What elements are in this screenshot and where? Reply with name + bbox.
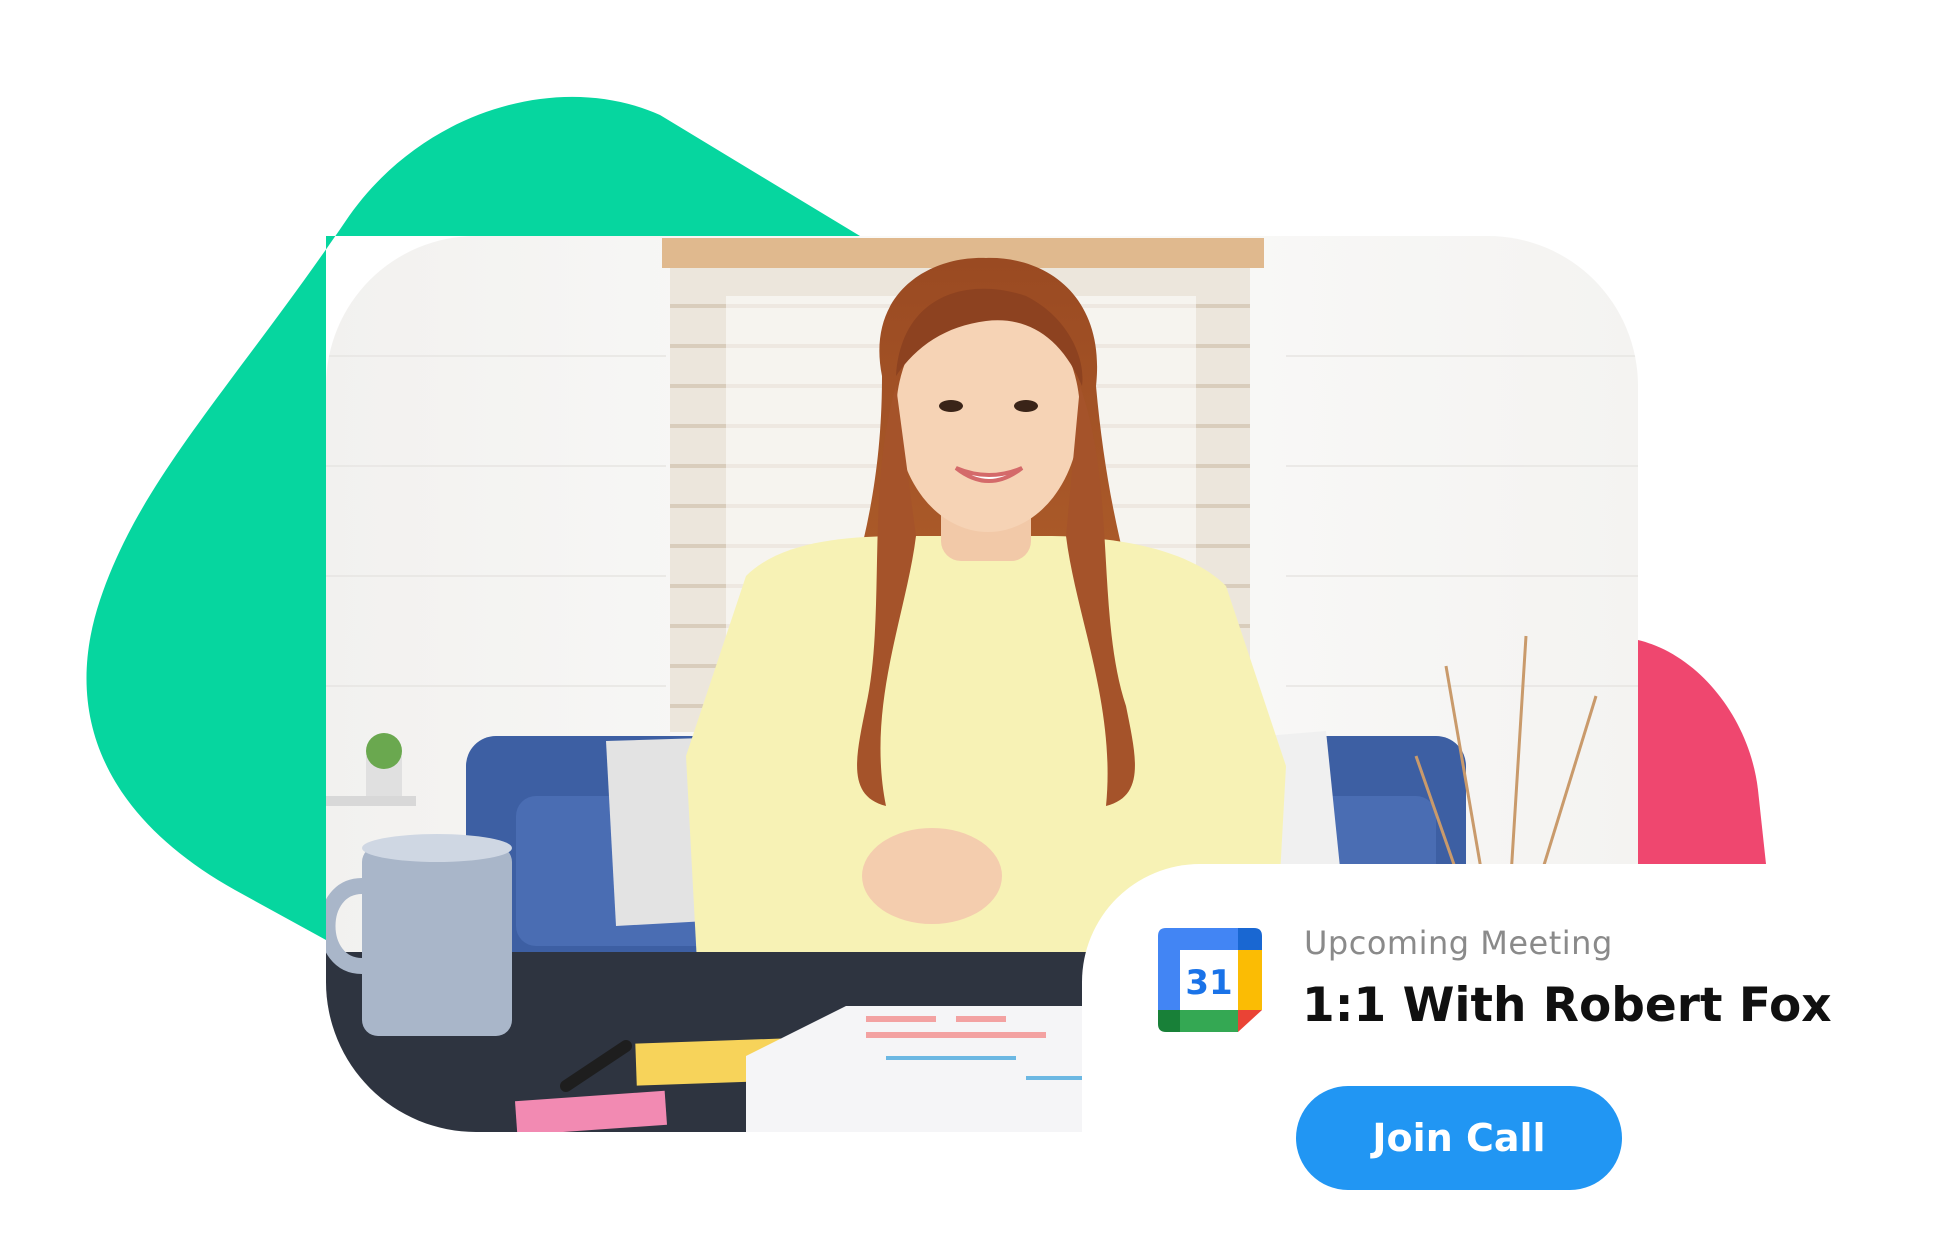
meeting-label: Upcoming Meeting (1304, 924, 1613, 962)
pink-blob (1638, 640, 1766, 864)
upcoming-meeting-card: 31 Upcoming Meeting 1:1 With Robert Fox … (1082, 864, 1956, 1254)
google-calendar-icon: 31 (1158, 928, 1262, 1032)
meeting-title: 1:1 With Robert Fox (1302, 978, 1832, 1033)
join-call-button[interactable]: Join Call (1296, 1086, 1622, 1190)
calendar-day: 31 (1185, 963, 1232, 1003)
